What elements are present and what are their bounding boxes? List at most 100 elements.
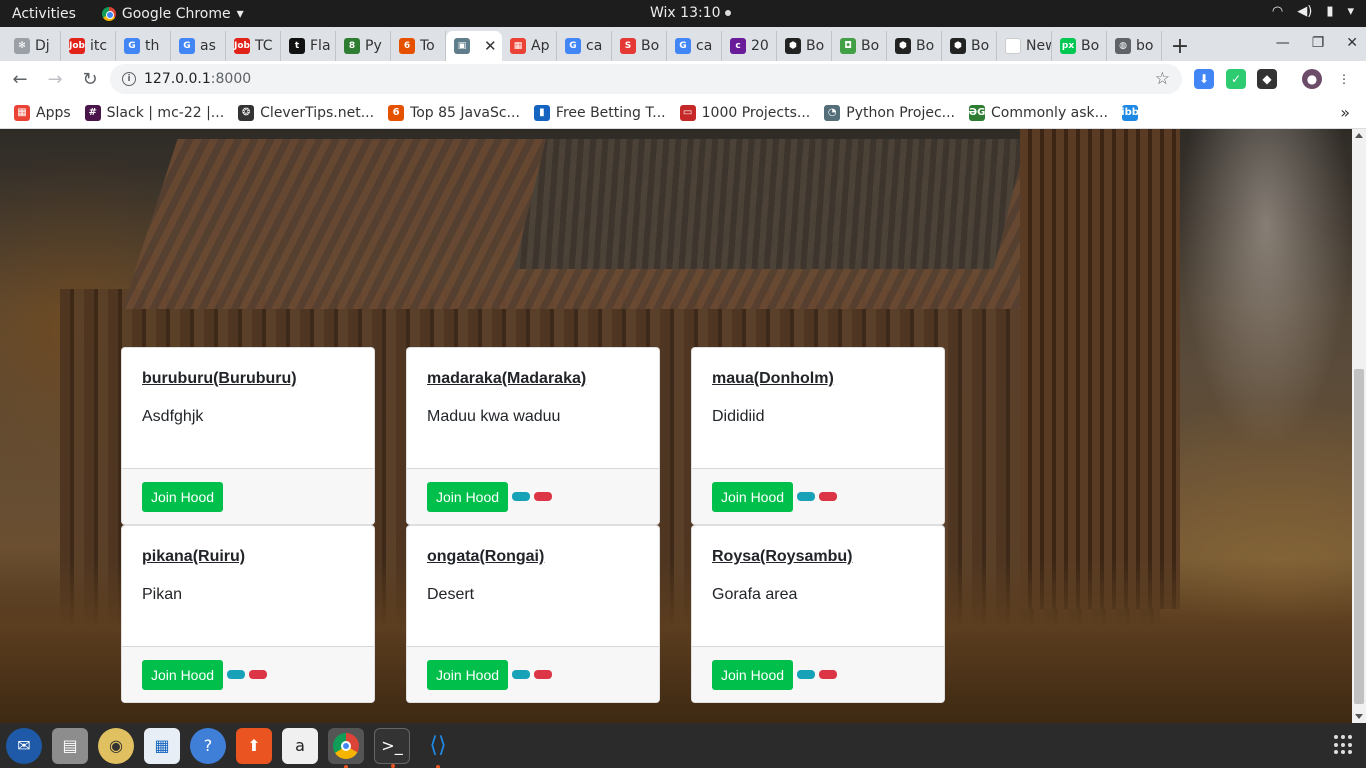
profile-avatar[interactable]: ● (1302, 69, 1322, 89)
update-hood-button[interactable] (512, 670, 531, 679)
hood-description: Gorafa area (712, 586, 798, 603)
tab[interactable]: Gca (667, 31, 722, 61)
update-hood-button[interactable] (512, 492, 531, 501)
hood-name-link[interactable]: madaraka(Madaraka) (427, 370, 639, 388)
join-hood-button[interactable]: Join Hood (427, 481, 509, 512)
software-center-icon[interactable]: ⬆ (236, 727, 272, 764)
reload-button[interactable]: ↻ (75, 64, 105, 94)
join-hood-button[interactable]: Join Hood (142, 659, 224, 690)
scroll-down-icon[interactable] (1355, 714, 1363, 719)
tab[interactable]: c 20 (722, 31, 777, 61)
minimize-icon[interactable]: — (1276, 35, 1290, 51)
join-hood-button[interactable]: Join Hood (712, 481, 794, 512)
clock[interactable]: Wix 13:10 (650, 5, 731, 21)
scroll-up-icon[interactable] (1355, 133, 1363, 138)
hood-card-body: maua(Donholm) Dididiid (692, 348, 944, 468)
hood-name-link[interactable]: Roysa(Roysambu) (712, 548, 924, 566)
update-hood-button[interactable] (797, 670, 816, 679)
bookmark-item[interactable]: ▦ Apps (14, 104, 71, 121)
update-hood-button[interactable] (227, 670, 246, 679)
bookmark-item[interactable]: # Slack | mc-22 |... (84, 104, 225, 121)
help-icon[interactable]: ? (190, 727, 226, 764)
tab-favicon-icon: S (620, 38, 636, 54)
chrome-dock-icon[interactable] (328, 727, 364, 768)
bookmark-item[interactable]: ▮ Free Betting T... (533, 104, 666, 121)
app-menu[interactable]: Google Chrome ▾ (101, 6, 244, 22)
join-hood-button[interactable]: Join Hood (142, 481, 224, 512)
delete-hood-button[interactable] (819, 670, 838, 679)
back-button[interactable]: ← (5, 64, 35, 94)
bookmark-favicon-icon: ibb (1121, 104, 1139, 121)
restore-icon[interactable]: ❐ (1312, 35, 1325, 51)
show-applications-icon[interactable] (1334, 735, 1354, 755)
tab[interactable]: ⬢ Bo (942, 31, 997, 61)
bookmark-label: Slack | mc-22 |... (106, 104, 225, 121)
bookmark-star-icon[interactable]: ☆ (1155, 69, 1170, 89)
info-icon[interactable]: i (122, 72, 136, 86)
tab[interactable]: ✻ Dj (6, 31, 61, 61)
menu-kebab-icon[interactable]: ⋮ (1334, 69, 1354, 89)
hood-name-link[interactable]: pikana(Ruiru) (142, 548, 354, 566)
files-icon[interactable]: ▤ (52, 727, 88, 764)
hood-name-link[interactable]: ongata(Rongai) (427, 548, 639, 566)
rhythmbox-icon[interactable]: ◉ (98, 727, 134, 764)
tab[interactable]: S Bo (612, 31, 667, 61)
close-window-icon[interactable]: ✕ (1346, 35, 1358, 51)
tab-favicon-icon: G (565, 38, 581, 54)
delete-hood-button[interactable] (534, 670, 553, 679)
terminal-icon[interactable]: >_ (374, 727, 410, 768)
tab[interactable]: px Bo (1052, 31, 1107, 61)
thunderbird-icon[interactable]: ✉ (6, 727, 42, 764)
tab[interactable]: t Fla (281, 31, 336, 61)
bookmarks-bar: ▦ Apps # Slack | mc-22 |... ❂ CleverTips.net.… (0, 97, 1366, 129)
tab[interactable]: 6 To (391, 31, 446, 61)
tab[interactable]: Gas (171, 31, 226, 61)
bookmarks-container: ▦ Apps # Slack | mc-22 |... ❂ CleverTips.net.… (14, 104, 1158, 121)
new-tab-button[interactable]: + (1166, 31, 1194, 61)
scrollbar-thumb[interactable] (1354, 369, 1364, 704)
tab[interactable]: ◘ Bo (832, 31, 887, 61)
amazon-icon[interactable]: a (282, 727, 318, 764)
close-tab-icon[interactable]: ✕ (484, 37, 497, 55)
tab[interactable]: Job itc (61, 31, 116, 61)
bookmark-item[interactable]: ibb (1121, 104, 1144, 121)
address-bar[interactable]: i 127.0.0.1:8000 ☆ (110, 64, 1182, 94)
tab-label: itc (90, 38, 108, 54)
tab[interactable]: ▦ Ap (502, 31, 557, 61)
tab[interactable]: 8 Py (336, 31, 391, 61)
tab-active[interactable]: ▣ ✕ (446, 31, 502, 61)
tab[interactable]: ◍ bo (1107, 31, 1162, 61)
delete-hood-button[interactable] (819, 492, 838, 501)
tab[interactable]: New T (997, 31, 1052, 61)
bookmark-label: Commonly ask... (991, 104, 1109, 121)
bookmark-item[interactable]: 6 Top 85 JavaSc... (388, 104, 520, 121)
bookmark-item[interactable]: ❂ CleverTips.net... (238, 104, 374, 121)
bookmark-item[interactable]: ▭ 1000 Projects... (679, 104, 810, 121)
system-tray[interactable]: ◠ ◀) ▮ ▾ (1272, 4, 1354, 19)
page-scrollbar[interactable] (1352, 129, 1366, 723)
tab[interactable]: Gth (116, 31, 171, 61)
download-extension-icon[interactable]: ⬇ (1194, 69, 1214, 89)
join-hood-button[interactable]: Join Hood (427, 659, 509, 690)
writer-icon[interactable]: ▦ (144, 727, 180, 764)
tab[interactable]: ⬢ Bo (777, 31, 832, 61)
bookmark-item[interactable]: ◔ Python Projec... (824, 104, 955, 121)
shield-extension-icon[interactable]: ✓ (1226, 69, 1246, 89)
bookmarks-overflow-icon[interactable]: » (1340, 103, 1350, 122)
tab[interactable]: Job TC (226, 31, 281, 61)
update-hood-button[interactable] (797, 492, 816, 501)
hood-name-link[interactable]: maua(Donholm) (712, 370, 924, 388)
cube-extension-icon[interactable]: ◆ (1257, 69, 1277, 89)
tab[interactable]: Gca (557, 31, 612, 61)
hood-name-link[interactable]: buruburu(Buruburu) (142, 370, 354, 388)
join-hood-button[interactable]: Join Hood (712, 659, 794, 690)
forward-button[interactable]: → (40, 64, 70, 94)
activities-button[interactable]: Activities (0, 6, 88, 22)
tab[interactable]: ⬢ Bo (887, 31, 942, 61)
bookmark-item[interactable]: ƏG Commonly ask... (969, 104, 1109, 121)
hood-card: pikana(Ruiru) Pikan Join Hood (121, 525, 375, 703)
delete-hood-button[interactable] (534, 492, 553, 501)
delete-hood-button[interactable] (249, 670, 268, 679)
volume-icon: ◀) (1297, 4, 1313, 19)
vscode-icon[interactable]: ⟨⟩ (420, 728, 456, 768)
